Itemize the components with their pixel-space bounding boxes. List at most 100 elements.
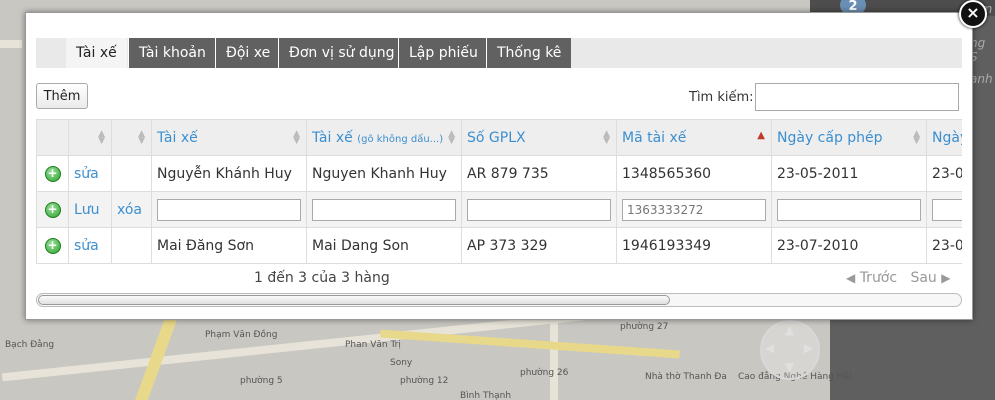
- tab-fleet[interactable]: Đội xe: [215, 38, 281, 68]
- map-label: phường 5: [240, 376, 283, 386]
- save-link[interactable]: Lưu: [74, 202, 100, 218]
- edit-link[interactable]: sửa: [74, 166, 99, 182]
- add-button[interactable]: Thêm: [36, 83, 88, 109]
- tab-bar: Tài xế Tài khoản Đội xe Đơn vị sử dụng L…: [36, 38, 962, 68]
- tab-create-ticket[interactable]: Lập phiếu: [398, 38, 488, 68]
- header-label: Tài xế: [157, 129, 198, 146]
- pan-left-icon[interactable]: ◀: [765, 341, 774, 355]
- prev-arrow-icon[interactable]: ◀: [846, 271, 855, 285]
- cell-license: AR 879 735: [461, 155, 617, 192]
- map-label: Bình Thạnh: [460, 391, 512, 400]
- cell-issue-date: 23-07-2010: [771, 227, 927, 264]
- expand-plus-icon[interactable]: +: [44, 166, 61, 182]
- column-header-driver[interactable]: Tài xế ▲ ▼: [151, 119, 307, 156]
- cell-issue-date: 23-05-2011: [771, 155, 927, 192]
- header-label: Ngày cấp phép: [777, 129, 883, 146]
- table-header-row: ▲ ▼ ▲ ▼ Tài xế ▲ ▼ Tài xế (gõ không dấu...) ▲…: [36, 119, 962, 156]
- empty-cell: [111, 227, 152, 264]
- prev-page-link[interactable]: Trước: [860, 270, 897, 286]
- edit-link[interactable]: sửa: [74, 238, 99, 254]
- sort-icon: ▲ ▼: [448, 129, 455, 146]
- save-cell[interactable]: Lưu: [68, 191, 112, 228]
- pagination-info: 1 đến 3 của 3 hàng: [254, 270, 390, 286]
- pan-up-icon[interactable]: ▲: [785, 323, 794, 337]
- column-header-action-2[interactable]: ▲ ▼: [111, 119, 152, 156]
- row-expand-cell[interactable]: +: [36, 227, 69, 264]
- pan-down-icon[interactable]: ▼: [785, 360, 794, 374]
- cell-driver-name-plain: Mai Dang Son: [306, 227, 462, 264]
- edit-cell[interactable]: sửa: [68, 227, 112, 264]
- map-side-text: anh: [970, 72, 993, 86]
- column-header-action[interactable]: ▲ ▼: [68, 119, 112, 156]
- sort-icon: ▲ ▼: [293, 129, 300, 146]
- cell-license: AP 373 329: [461, 227, 617, 264]
- column-header-driver-plain[interactable]: Tài xế (gõ không dấu...) ▲ ▼: [306, 119, 462, 156]
- tab-units[interactable]: Đơn vị sử dụng: [278, 38, 405, 68]
- table-row: + sửa Nguyễn Khánh Huy Nguyen Khanh Huy …: [36, 155, 962, 192]
- map-label: Phạm Văn Đồng: [205, 330, 278, 340]
- edit-driver-name-plain-cell: [306, 191, 462, 228]
- map-road: [0, 40, 22, 48]
- driver-code-input[interactable]: [622, 198, 766, 221]
- delete-cell[interactable]: xóa: [111, 191, 152, 228]
- cell-next-date: 23-0: [926, 227, 962, 264]
- cell-driver-name-plain: Nguyen Khanh Huy: [306, 155, 462, 192]
- column-header-driver-code[interactable]: Mã tài xế ▲: [616, 119, 772, 156]
- cell-driver-name: Mai Đăng Sơn: [151, 227, 307, 264]
- next-page-link[interactable]: Sau: [910, 270, 936, 286]
- pan-right-icon[interactable]: ▶: [804, 341, 813, 355]
- issue-date-input[interactable]: [777, 198, 921, 221]
- driver-name-plain-input[interactable]: [312, 198, 456, 221]
- edit-license-cell: [461, 191, 617, 228]
- driver-name-input[interactable]: [157, 198, 301, 221]
- table-row-editing: + Lưu xóa: [36, 191, 962, 228]
- map-label: phường 27: [620, 322, 669, 332]
- next-arrow-icon[interactable]: ▶: [941, 271, 950, 285]
- expand-plus-icon[interactable]: +: [44, 238, 61, 254]
- tab-statistics[interactable]: Thống kê: [486, 38, 572, 68]
- expand-plus-icon[interactable]: +: [44, 202, 61, 218]
- header-label: Ngày: [932, 129, 962, 146]
- horizontal-scrollbar[interactable]: [36, 293, 962, 307]
- edit-next-date-cell: [926, 191, 962, 228]
- sort-ascending-icon: ▲: [757, 130, 765, 141]
- search-input[interactable]: [755, 83, 959, 111]
- map-label: Phan Văn Trị: [345, 340, 401, 350]
- map-label: phường 12: [400, 376, 449, 386]
- drivers-table: ▲ ▼ ▲ ▼ Tài xế ▲ ▼ Tài xế (gõ không dấu...) ▲…: [36, 119, 962, 268]
- edit-issue-date-cell: [771, 191, 927, 228]
- cell-next-date: 23-0: [926, 155, 962, 192]
- map-label: Bạch Đằng: [5, 340, 55, 350]
- sort-icon: ▲ ▼: [98, 129, 105, 146]
- cell-driver-code: 1348565360: [616, 155, 772, 192]
- map-pan-control[interactable]: ▲ ▼ ◀ ▶: [760, 320, 820, 380]
- column-header-license[interactable]: Số GPLX ▲ ▼: [461, 119, 617, 156]
- edit-driver-name-cell: [151, 191, 307, 228]
- delete-link[interactable]: xóa: [117, 202, 142, 218]
- sort-icon: ▲ ▼: [603, 129, 610, 146]
- map-side-text: ng S: [970, 36, 986, 64]
- scrollbar-thumb[interactable]: [38, 295, 670, 305]
- header-label: Tài xế: [312, 129, 353, 146]
- edit-cell[interactable]: sửa: [68, 155, 112, 192]
- next-date-input[interactable]: [932, 198, 962, 221]
- cell-driver-code: 1946193349: [616, 227, 772, 264]
- empty-cell: [111, 155, 152, 192]
- column-header-issue-date[interactable]: Ngày cấp phép ▲ ▼: [771, 119, 927, 156]
- row-expand-cell[interactable]: +: [36, 191, 69, 228]
- map-road: [550, 318, 558, 400]
- table-row: + sửa Mai Đăng Sơn Mai Dang Son AP 373 3…: [36, 227, 962, 264]
- edit-driver-code-cell: [616, 191, 772, 228]
- sort-icon: ▲ ▼: [138, 129, 145, 146]
- close-icon[interactable]: ×: [959, 0, 987, 28]
- tab-accounts[interactable]: Tài khoản: [128, 38, 216, 68]
- column-header-icon: [36, 119, 69, 156]
- row-expand-cell[interactable]: +: [36, 155, 69, 192]
- license-input[interactable]: [467, 198, 611, 221]
- map-label: Sony: [390, 358, 413, 368]
- header-note: (gõ không dấu...): [357, 133, 444, 145]
- map-label: Nhà thờ Thanh Đa: [645, 372, 727, 382]
- cell-driver-name: Nguyễn Khánh Huy: [151, 155, 307, 192]
- column-header-next-date[interactable]: Ngày: [926, 119, 962, 156]
- tab-drivers[interactable]: Tài xế: [66, 38, 127, 68]
